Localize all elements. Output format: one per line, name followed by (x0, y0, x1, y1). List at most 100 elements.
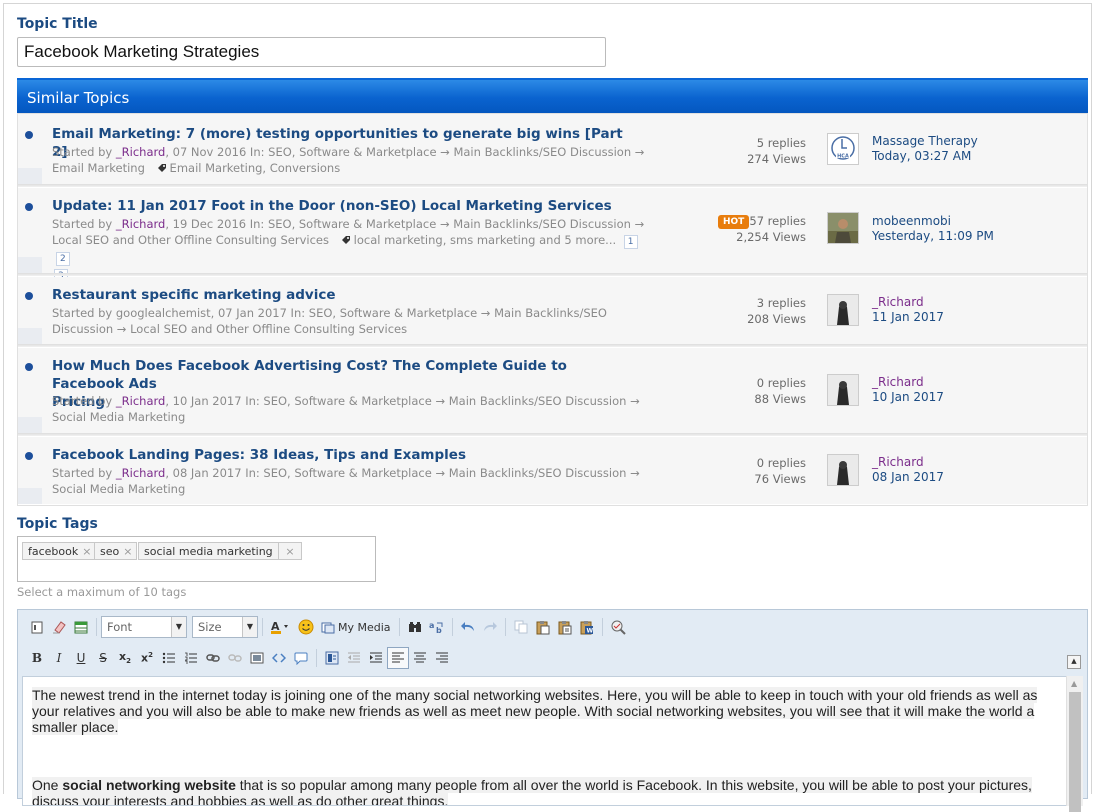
last-poster-avatar[interactable] (827, 374, 859, 406)
align-center-icon[interactable] (409, 647, 431, 669)
quote-icon[interactable] (290, 647, 312, 669)
replies-count: 5 replies (756, 136, 806, 150)
topic-title-link[interactable]: Restaurant specific marketing advice (52, 286, 642, 304)
meta-forum-subpath[interactable]: Discussion → Local SEO and Other Offline… (52, 322, 407, 336)
tag-chip[interactable]: social media marketing× (138, 542, 291, 560)
tags-input[interactable]: facebook× seo× social media marketing× × (17, 536, 376, 582)
paste-icon[interactable] (532, 616, 554, 638)
outdent-icon[interactable] (343, 647, 365, 669)
meta-forum-subpath[interactable]: Local SEO and Other Offline Consulting S… (52, 233, 329, 247)
topic-title-label: Topic Title (17, 16, 98, 32)
smiley-icon[interactable] (295, 616, 317, 638)
strikethrough-icon[interactable]: S (92, 647, 114, 669)
last-post-date[interactable]: Today, 03:27 AM (872, 149, 971, 163)
last-poster-name[interactable]: _Richard (872, 295, 924, 309)
eraser-icon[interactable] (48, 616, 70, 638)
clear-tags-button[interactable]: × (278, 542, 302, 560)
bullet-list-icon[interactable] (158, 647, 180, 669)
clear-tags-icon: × (285, 545, 295, 558)
editor-scrollbar[interactable]: ▲ (1066, 676, 1083, 812)
topic-title-input[interactable] (17, 37, 606, 67)
editor-content[interactable]: The newest trend in the internet today i… (22, 676, 1067, 806)
binoculars-icon[interactable] (404, 616, 426, 638)
copy-icon[interactable] (510, 616, 532, 638)
last-poster-name[interactable]: mobeenmobi (872, 214, 951, 228)
align-right-icon[interactable] (431, 647, 453, 669)
started-by-text: Started by (52, 394, 116, 408)
tag-chip-label: seo (100, 545, 120, 558)
spellcheck-icon[interactable] (607, 616, 629, 638)
topic-title-line: How Much Does Facebook Advertising Cost?… (52, 358, 567, 392)
last-poster-name[interactable]: Massage Therapy (872, 134, 978, 148)
author-link[interactable]: _Richard (116, 466, 165, 480)
size-select[interactable]: Size ▼ (192, 616, 258, 638)
last-poster-name[interactable]: _Richard (872, 455, 924, 469)
text-color-icon[interactable]: A (267, 616, 295, 638)
tag-chip[interactable]: facebook × (22, 542, 97, 560)
started-by-text: Started by (52, 145, 116, 159)
paste-text-icon[interactable] (554, 616, 576, 638)
last-poster-avatar[interactable] (827, 294, 859, 326)
superscript-icon[interactable]: x2 (136, 647, 158, 669)
scrollbar-thumb[interactable] (1069, 692, 1081, 812)
last-post-date[interactable]: 08 Jan 2017 (872, 470, 944, 484)
tag-chip[interactable]: seo × (94, 542, 138, 560)
special-char-icon[interactable] (321, 647, 343, 669)
meta-forum-subpath[interactable]: Email Marketing (52, 161, 145, 175)
italic-icon[interactable]: I (48, 647, 70, 669)
meta-forum-path: , 10 Jan 2017 In: SEO, Software & Market… (165, 394, 640, 408)
source-mode-icon[interactable] (26, 616, 48, 638)
meta-forum-subpath[interactable]: Social Media Marketing (52, 482, 185, 496)
author-link[interactable]: _Richard (116, 394, 165, 408)
last-poster-avatar[interactable] (827, 212, 859, 244)
last-post-date[interactable]: Yesterday, 11:09 PM (872, 229, 994, 243)
subscript-icon[interactable]: x2 (114, 647, 136, 669)
redo-icon[interactable] (479, 616, 501, 638)
author-link[interactable]: _Richard (116, 145, 165, 159)
my-media-button[interactable]: My Media (317, 621, 395, 634)
underline-icon[interactable]: U (70, 647, 92, 669)
scroll-up-icon[interactable]: ▲ (1071, 679, 1077, 688)
row-corner (18, 168, 42, 184)
row-separator (18, 344, 1087, 347)
unlink-icon[interactable] (224, 647, 246, 669)
indent-icon[interactable] (365, 647, 387, 669)
page-link[interactable]: 1 (623, 235, 638, 249)
topic-tags-text[interactable]: local marketing, sms marketing and 5 mor… (354, 233, 616, 247)
replies-count: 3 replies (756, 296, 806, 310)
tag-icon (341, 236, 350, 244)
last-poster-avatar[interactable]: HCA (827, 133, 859, 165)
toolbar-separator (316, 649, 317, 667)
font-select[interactable]: Font ▼ (101, 616, 187, 638)
replace-icon[interactable]: ab (426, 616, 448, 638)
bold-icon[interactable]: B (26, 647, 48, 669)
topic-bullet-icon (25, 131, 33, 139)
remove-tag-icon[interactable]: × (123, 545, 132, 558)
meta-forum-subpath[interactable]: Social Media Marketing (52, 410, 185, 424)
tag-chip-label: facebook (28, 545, 79, 558)
last-post-date[interactable]: 11 Jan 2017 (872, 310, 944, 324)
last-poster-name[interactable]: _Richard (872, 375, 924, 389)
link-icon[interactable] (202, 647, 224, 669)
topic-tags-text[interactable]: Email Marketing, Conversions (170, 161, 341, 175)
topic-title-link[interactable]: Facebook Landing Pages: 38 Ideas, Tips a… (52, 446, 642, 464)
align-left-icon[interactable] (387, 647, 409, 669)
undo-icon[interactable] (457, 616, 479, 638)
image-icon[interactable] (246, 647, 268, 669)
collapse-toolbar-icon[interactable]: ▲ (1067, 655, 1081, 669)
topic-meta: Started by _Richard, 08 Jan 2017 In: SEO… (52, 465, 652, 497)
topic-row: How Much Does Facebook Advertising Cost?… (18, 348, 1087, 436)
meta-forum-path: , 07 Nov 2016 In: SEO, Software & Market… (165, 145, 645, 159)
table-icon[interactable] (70, 616, 92, 638)
topic-title-link[interactable]: Update: 11 Jan 2017 Foot in the Door (no… (52, 197, 642, 215)
last-post-date[interactable]: 10 Jan 2017 (872, 390, 944, 404)
page-link[interactable]: 2 (56, 252, 70, 266)
paste-word-icon[interactable]: W (576, 616, 598, 638)
row-corner (18, 488, 42, 504)
photo-avatar-icon (828, 375, 858, 405)
code-icon[interactable] (268, 647, 290, 669)
last-poster-avatar[interactable] (827, 454, 859, 486)
numbered-list-icon[interactable] (180, 647, 202, 669)
author-link[interactable]: _Richard (116, 217, 165, 231)
remove-tag-icon[interactable]: × (82, 545, 91, 558)
